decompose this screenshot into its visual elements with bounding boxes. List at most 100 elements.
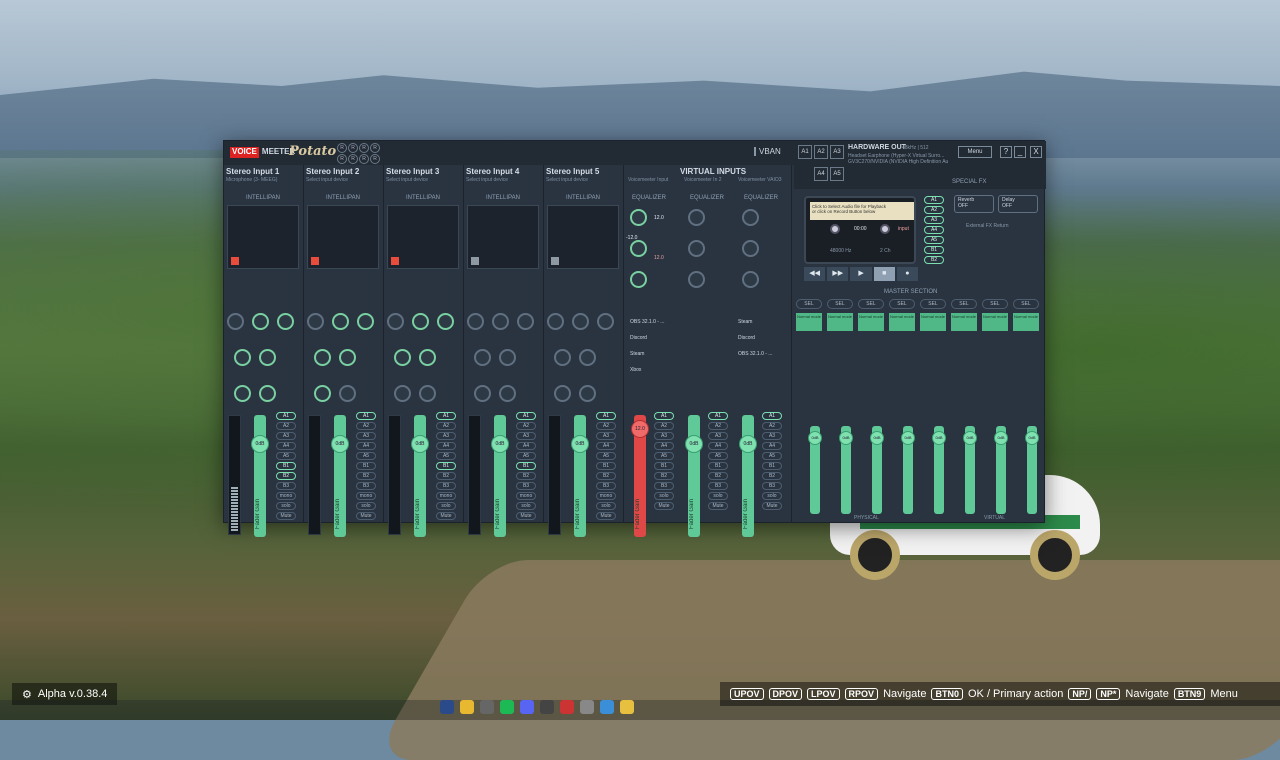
bus-a2[interactable]: A2 [762, 422, 782, 430]
r-button[interactable]: R [337, 154, 347, 164]
sel-button[interactable]: SEL [827, 299, 853, 309]
bus-a3[interactable]: A3 [924, 216, 944, 224]
fader-gain[interactable]: 0dB Fader Gain [739, 415, 757, 537]
r-button[interactable]: R [337, 143, 347, 153]
sel-button[interactable]: SEL [982, 299, 1008, 309]
gate-knob[interactable] [252, 313, 269, 330]
r-button[interactable]: R [348, 154, 358, 164]
edge-icon[interactable] [600, 700, 614, 714]
mute-button[interactable]: Mute [596, 512, 616, 520]
denoiser-knob[interactable] [357, 313, 374, 330]
play-button[interactable]: ▶ [850, 267, 872, 281]
intellipan-panel[interactable] [547, 205, 619, 269]
fader-knob[interactable]: 0dB [808, 431, 822, 445]
bus-b2[interactable]: B2 [436, 472, 456, 480]
master-fader[interactable]: 0dB [963, 426, 977, 514]
bus-b2[interactable]: B2 [654, 472, 674, 480]
intellipan-panel[interactable] [227, 205, 299, 269]
bus-a3[interactable]: A3 [708, 432, 728, 440]
fx1-knob[interactable] [314, 385, 331, 402]
reverb-knob[interactable] [554, 349, 571, 366]
eq-knob[interactable] [742, 271, 759, 288]
master-fader[interactable]: 0dB [808, 426, 822, 514]
fx2-knob[interactable] [579, 385, 596, 402]
bus-a5[interactable]: A5 [356, 452, 376, 460]
bus-a4[interactable]: A4 [356, 442, 376, 450]
cassette-player[interactable]: Click to Select Audio file for Playback o… [804, 196, 916, 264]
fader-knob[interactable]: 0dB [870, 431, 884, 445]
fader-gain[interactable]: 0dB Fader Gain [491, 415, 509, 537]
fx2-knob[interactable] [419, 385, 436, 402]
bus-a1[interactable]: A1 [436, 412, 456, 420]
fader-gain[interactable]: 0dB Fader Gain [571, 415, 589, 537]
eq-knob[interactable] [688, 271, 705, 288]
strip-title[interactable]: Stereo Input 4 [466, 167, 519, 176]
normal-mode-button[interactable]: Normal mode [982, 313, 1008, 331]
fader-knob[interactable]: 0dB [685, 435, 703, 453]
fader-knob[interactable]: 0dB [739, 435, 757, 453]
reverb-knob[interactable] [314, 349, 331, 366]
normal-mode-button[interactable]: Normal mode [951, 313, 977, 331]
cassette-label[interactable]: Click to Select Audio file for Playback o… [810, 202, 914, 220]
bus-b3[interactable]: B3 [356, 482, 376, 490]
sel-button[interactable]: SEL [889, 299, 915, 309]
denoiser-knob[interactable] [437, 313, 454, 330]
solo-button[interactable]: solo [436, 502, 456, 510]
bus-a2[interactable]: A2 [436, 422, 456, 430]
normal-mode-button[interactable]: Normal mode [1013, 313, 1039, 331]
pan-dot[interactable] [311, 257, 319, 265]
spotify-icon[interactable] [500, 700, 514, 714]
app-steam[interactable]: Steam [630, 351, 644, 357]
bus-a1[interactable]: A1 [356, 412, 376, 420]
bus-a5[interactable]: A5 [276, 452, 296, 460]
eq-knob[interactable] [742, 209, 759, 226]
eq-knob[interactable] [688, 240, 705, 257]
hw-a3-button[interactable]: A3 [830, 145, 844, 159]
r-button[interactable]: R [359, 143, 369, 153]
gate-knob[interactable] [332, 313, 349, 330]
bus-a2[interactable]: A2 [276, 422, 296, 430]
chrome-icon[interactable] [460, 700, 474, 714]
r-button[interactable]: R [359, 154, 369, 164]
solo-button[interactable]: solo [516, 502, 536, 510]
solo-button[interactable]: solo [654, 492, 674, 500]
fader-knob[interactable]: 0dB [901, 431, 915, 445]
pan-dot[interactable] [231, 257, 239, 265]
fader-gain[interactable]: 12.0 Fader Gain [631, 415, 649, 537]
intellipan-panel[interactable] [307, 205, 379, 269]
mute-button[interactable]: Mute [276, 512, 296, 520]
fader-knob[interactable]: 0dB [331, 435, 349, 453]
delay-knob[interactable] [339, 349, 356, 366]
bus-a1[interactable]: A1 [596, 412, 616, 420]
forward-button[interactable]: ▶▶ [827, 267, 849, 281]
bus-a2[interactable]: A2 [708, 422, 728, 430]
bus-b1[interactable]: B1 [654, 462, 674, 470]
mono-button[interactable]: mono [436, 492, 456, 500]
bus-a5[interactable]: A5 [596, 452, 616, 460]
bus-b1[interactable]: B1 [762, 462, 782, 470]
bus-a3[interactable]: A3 [276, 432, 296, 440]
vban-button[interactable]: VBAN [754, 147, 781, 156]
bus-b2[interactable]: B2 [276, 472, 296, 480]
normal-mode-button[interactable]: Normal mode [796, 313, 822, 331]
fx1-knob[interactable] [554, 385, 571, 402]
bus-a5[interactable]: A5 [654, 452, 674, 460]
app-discord[interactable]: Discord [738, 335, 755, 341]
master-fader[interactable]: 0dB [839, 426, 853, 514]
bus-a4[interactable]: A4 [436, 442, 456, 450]
denoiser-knob[interactable] [517, 313, 534, 330]
app-discord[interactable]: Discord [630, 335, 647, 341]
bus-b2[interactable]: B2 [924, 256, 944, 264]
bus-a2[interactable]: A2 [356, 422, 376, 430]
voicemeeter-icon[interactable] [560, 700, 574, 714]
bus-a4[interactable]: A4 [708, 442, 728, 450]
fader-knob[interactable]: 0dB [963, 431, 977, 445]
gate-knob[interactable] [492, 313, 509, 330]
comp-knob[interactable] [547, 313, 564, 330]
strip-title[interactable]: Stereo Input 3 [386, 167, 439, 176]
bus-a1[interactable]: A1 [924, 196, 944, 204]
discord-icon[interactable] [520, 700, 534, 714]
gate-knob[interactable] [572, 313, 589, 330]
fader-knob[interactable]: 0dB [932, 431, 946, 445]
mute-button[interactable]: Mute [654, 502, 674, 510]
